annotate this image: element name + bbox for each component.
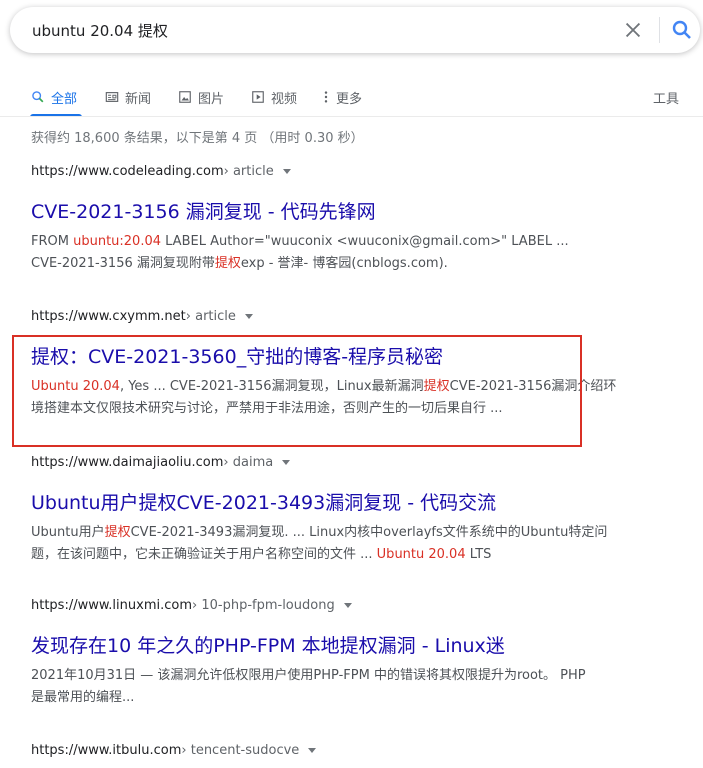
result-path: › tencent-sudocve: [181, 743, 300, 758]
news-icon: [105, 92, 119, 102]
result-domain: https://www.daimajiaoliu.com: [31, 455, 224, 470]
result-stats: 获得约 18,600 条结果，以下是第 4 页 （用时 0.30 秒）: [31, 131, 364, 146]
result-snippet: 2021年10月31日 — 该漏洞允许低权限用户使用PHP-FPM 中的错误将其…: [31, 665, 631, 709]
highlight-box: [12, 335, 582, 447]
tab-images[interactable]: 图片: [178, 82, 224, 112]
snippet-text: CVE-2021-3493漏洞复现. ... Linux内核中overlayfs…: [130, 525, 608, 540]
tab-more[interactable]: 更多: [322, 82, 362, 112]
search-result: https://www.itbulu.com › tencent-sudocve: [31, 743, 631, 758]
search-result: https://www.daimajiaoliu.com › daima Ubu…: [31, 455, 631, 566]
snippet-text: LTS: [465, 547, 492, 562]
result-title[interactable]: Ubuntu用户提权CVE-2021-3493漏洞复现 - 代码交流: [31, 490, 631, 516]
snippet-highlight: 提权: [104, 525, 131, 540]
result-domain: https://www.linuxmi.com: [31, 598, 193, 613]
snippet-text: exp - 誉津- 博客园(cnblogs.com).: [240, 256, 448, 271]
tab-label: 图片: [198, 91, 225, 107]
result-path: › article: [185, 309, 236, 324]
result-url[interactable]: https://www.linuxmi.com › 10-php-fpm-lou…: [31, 598, 631, 613]
snippet-text: 题，在该问题中，它未正确验证关于用户名称空间的文件 ...: [31, 547, 377, 562]
result-path: › 10-php-fpm-loudong: [192, 598, 335, 613]
search-box[interactable]: ubuntu 20.04 提权: [10, 7, 700, 53]
result-url[interactable]: https://www.itbulu.com › tencent-sudocve: [31, 743, 631, 758]
chevron-down-icon[interactable]: [308, 748, 317, 753]
snippet-text: FROM: [31, 234, 74, 249]
tab-label: 全部: [51, 91, 78, 107]
search-input[interactable]: ubuntu 20.04 提权: [32, 20, 168, 41]
search-divider: [659, 17, 660, 43]
more-icon: [324, 91, 328, 103]
tab-label: 更多: [336, 91, 363, 107]
chevron-down-icon[interactable]: [244, 314, 253, 319]
result-title[interactable]: CVE-2021-3156 漏洞复现 - 代码先锋网: [31, 199, 631, 225]
snippet-text: 2021年10月31日 — 该漏洞允许低权限用户使用PHP-FPM 中的错误将其…: [31, 668, 586, 683]
result-domain: https://www.codeleading.com: [31, 164, 224, 179]
image-icon: [179, 91, 191, 103]
tab-videos[interactable]: 视频: [251, 82, 297, 112]
chevron-down-icon[interactable]: [282, 460, 291, 465]
video-icon: [252, 91, 264, 103]
result-domain: https://www.itbulu.com: [31, 743, 182, 758]
result-snippet: Ubuntu用户提权CVE-2021-3493漏洞复现. ... Linux内核…: [31, 522, 631, 566]
snippet-text: 是最常用的编程...: [31, 690, 135, 705]
result-url[interactable]: https://www.codeleading.com › article: [31, 164, 631, 179]
tab-label: 新闻: [125, 91, 152, 107]
tab-news[interactable]: 新闻: [105, 82, 151, 112]
result-title[interactable]: 发现存在10 年之久的PHP-FPM 本地提权漏洞 - Linux迷: [31, 633, 631, 659]
tab-label: 视频: [271, 91, 298, 107]
tabs-divider: [0, 116, 703, 117]
chevron-down-icon[interactable]: [343, 603, 352, 608]
snippet-text: CVE-2021-3156 漏洞复现附带: [31, 256, 215, 271]
result-snippet: FROM ubuntu:20.04 LABEL Author="wuuconix…: [31, 231, 631, 275]
result-path: › article: [223, 164, 274, 179]
tab-all[interactable]: 全部: [31, 82, 77, 112]
search-result: https://www.codeleading.com › article CV…: [31, 164, 631, 275]
search-icon: [32, 91, 44, 103]
tools-button[interactable]: 工具: [653, 82, 679, 112]
clear-icon[interactable]: [622, 19, 644, 41]
snippet-text: LABEL Author="wuuconix <wuuconix@gmail.c…: [161, 234, 569, 249]
search-icon[interactable]: [670, 18, 694, 42]
snippet-highlight: Ubuntu 20.04: [376, 547, 466, 562]
search-tabs: 全部 新闻 图片 视频 更多 工具: [0, 78, 703, 118]
snippet-highlight: ubuntu:20.04: [73, 234, 161, 249]
tools-label: 工具: [653, 91, 680, 107]
snippet-highlight: 提权: [214, 256, 241, 271]
snippet-text: Ubuntu用户: [31, 525, 105, 540]
chevron-down-icon[interactable]: [282, 169, 291, 174]
search-result: https://www.linuxmi.com › 10-php-fpm-lou…: [31, 598, 631, 709]
result-url[interactable]: https://www.daimajiaoliu.com › daima: [31, 455, 631, 470]
result-path: › daima: [223, 455, 274, 470]
result-domain: https://www.cxymm.net: [31, 309, 186, 324]
result-url[interactable]: https://www.cxymm.net › article: [31, 309, 631, 324]
